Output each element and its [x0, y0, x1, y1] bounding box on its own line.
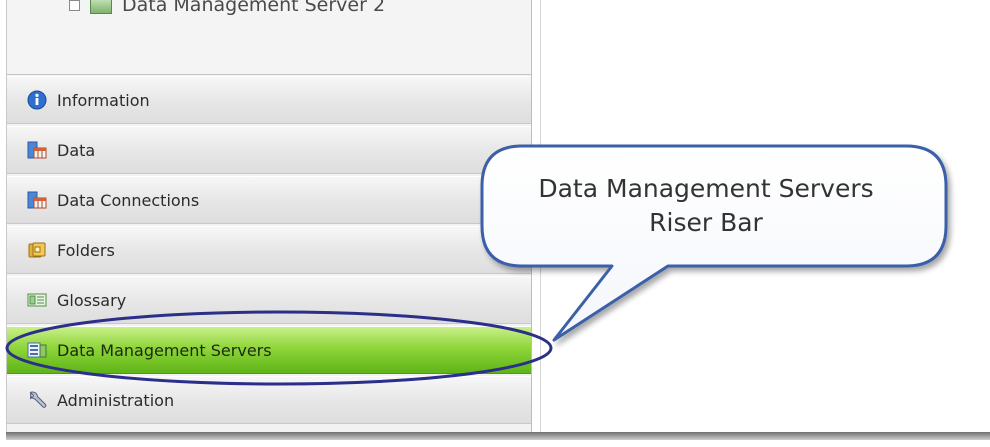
screenshot-stage: Data Management Server 2 Information Dat… — [0, 0, 990, 447]
tree-expander-icon[interactable] — [69, 0, 80, 11]
bottom-shadow — [6, 432, 990, 440]
riser-glossary[interactable]: Glossary — [7, 276, 531, 324]
callout-line-1: Data Management Servers — [538, 174, 874, 203]
riser-data-connections[interactable]: Data Connections — [7, 176, 531, 224]
riser-administration[interactable]: Administration — [7, 376, 531, 424]
tree-node-label: Data Management Server 2 — [122, 0, 386, 16]
riser-label: Data Connections — [57, 190, 200, 210]
info-icon — [27, 90, 47, 110]
riser-folders[interactable]: Folders — [7, 226, 531, 274]
riser-information[interactable]: Information — [7, 76, 531, 124]
riser-label: Data — [57, 140, 96, 160]
riser-label: Information — [57, 90, 150, 110]
glossary-icon — [27, 290, 47, 310]
riser-label: Folders — [57, 240, 115, 260]
riser-label: Glossary — [57, 290, 127, 310]
callout-bubble — [480, 144, 948, 342]
callout-line-2: Riser Bar — [649, 208, 763, 237]
riser-data-management-servers[interactable]: Data Management Servers — [7, 326, 531, 374]
tree-node-server-2[interactable]: Data Management Server 2 — [69, 0, 385, 16]
server-icon — [27, 340, 47, 360]
data-table-icon — [27, 140, 47, 160]
server-node-icon — [90, 0, 112, 14]
wrench-icon — [27, 390, 47, 410]
data-connections-icon — [27, 190, 47, 210]
callout-text: Data Management Servers Riser Bar — [486, 172, 926, 240]
server-tree[interactable]: Data Management Server 2 — [7, 0, 531, 75]
panel-divider — [540, 0, 541, 432]
navigation-panel: Data Management Server 2 Information Dat… — [6, 0, 532, 432]
riser-data[interactable]: Data — [7, 126, 531, 174]
riser-label: Data Management Servers — [57, 340, 272, 360]
riser-label: Administration — [57, 390, 175, 410]
folder-icon — [27, 240, 47, 260]
